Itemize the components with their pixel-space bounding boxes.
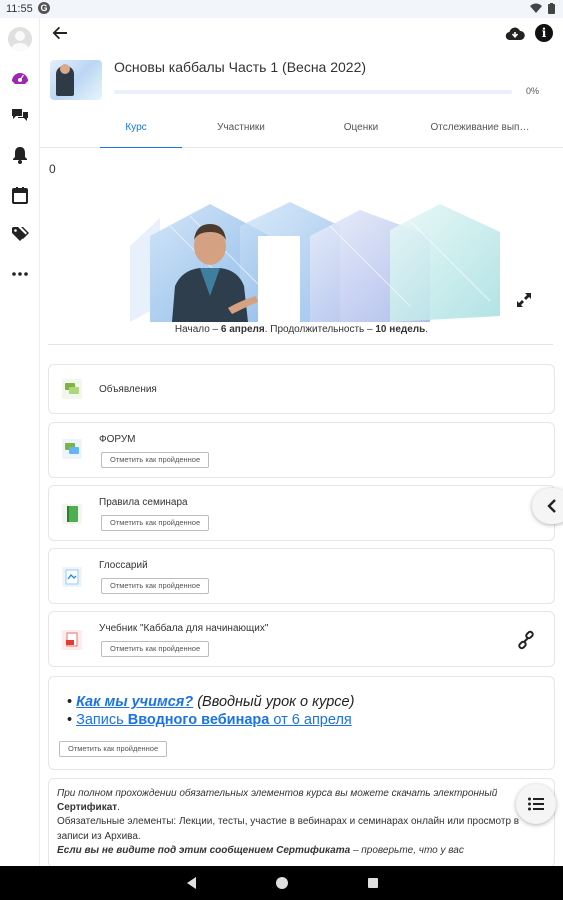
avatar[interactable] bbox=[8, 27, 32, 51]
forum-icon bbox=[62, 439, 82, 459]
mark-complete-button[interactable]: Отметить как пройденное bbox=[59, 741, 168, 757]
notifications-icon[interactable] bbox=[10, 145, 30, 165]
tab-course[interactable]: Курс bbox=[90, 108, 182, 148]
tab-completion-tracking[interactable]: Отслеживание вып… bbox=[425, 108, 535, 148]
back-arrow-icon[interactable] bbox=[50, 23, 70, 43]
mark-complete-button[interactable]: Отметить как пройденное bbox=[101, 515, 210, 531]
link-icon[interactable] bbox=[516, 630, 536, 650]
course-content: 0 Начало – 6 апреля. Продолжительность –… bbox=[40, 148, 563, 866]
tab-grades[interactable]: Оценки bbox=[320, 108, 402, 148]
lesson-label-card: • Как мы учимся? (Вводный урок о курсе) … bbox=[48, 676, 555, 770]
progress-bar bbox=[114, 90, 512, 94]
mark-complete-button[interactable]: Отметить как пройденное bbox=[101, 578, 210, 594]
section-divider bbox=[48, 344, 553, 345]
activity-forum[interactable]: ФОРУМ Отметить как пройденное bbox=[48, 422, 555, 478]
status-time: 11:55 bbox=[6, 3, 33, 15]
system-nav-bar bbox=[0, 866, 563, 900]
activity-glossary[interactable]: Глоссарий Отметить как пройденное bbox=[48, 548, 555, 604]
glossary-icon bbox=[62, 567, 82, 587]
pdf-icon bbox=[62, 630, 82, 650]
course-title: Основы каббалы Часть 1 (Весна 2022) bbox=[114, 59, 367, 75]
activity-name: Глоссарий bbox=[99, 560, 148, 571]
wifi-icon bbox=[530, 3, 542, 13]
activity-seminar-rules[interactable]: Правила семинара Отметить как пройденное bbox=[48, 485, 555, 541]
cloud-download-icon[interactable] bbox=[505, 24, 525, 44]
activity-announcements[interactable]: Объявления bbox=[48, 364, 555, 414]
info-icon[interactable]: i bbox=[535, 24, 553, 42]
activity-name: Объявления bbox=[99, 384, 157, 395]
intro-webinar-link[interactable]: Запись Вводного вебинара от 6 апреля bbox=[76, 712, 352, 728]
announcements-icon bbox=[62, 379, 82, 399]
chevron-left-icon bbox=[547, 499, 556, 513]
nav-back-icon[interactable] bbox=[184, 875, 198, 891]
course-thumbnail bbox=[50, 60, 102, 100]
course-index-button[interactable] bbox=[516, 784, 556, 824]
app-header: i bbox=[40, 18, 563, 48]
messages-icon[interactable] bbox=[10, 106, 30, 126]
activity-name: ФОРУМ bbox=[99, 434, 136, 445]
intro-lesson-link[interactable]: Как мы учимся? bbox=[76, 694, 193, 710]
section-number: 0 bbox=[49, 162, 56, 176]
activity-textbook[interactable]: Учебник "Каббала для начинающих" Отметит… bbox=[48, 611, 555, 667]
mark-complete-button[interactable]: Отметить как пройденное bbox=[101, 452, 210, 468]
activity-name: Учебник "Каббала для начинающих" bbox=[99, 623, 269, 634]
course-banner-image bbox=[130, 196, 510, 322]
course-tabs: Курс Участники Оценки Отслеживание вып… bbox=[40, 108, 563, 148]
calendar-icon[interactable] bbox=[10, 185, 30, 205]
nav-home-icon[interactable] bbox=[274, 875, 290, 891]
progress-percent: 0% bbox=[526, 86, 540, 96]
tags-icon[interactable] bbox=[10, 224, 30, 244]
more-icon[interactable] bbox=[10, 264, 30, 284]
dashboard-icon[interactable] bbox=[10, 67, 30, 87]
list-icon bbox=[528, 797, 544, 811]
lesson-links: • Как мы учимся? (Вводный урок о курсе) … bbox=[67, 694, 355, 728]
activity-name: Правила семинара bbox=[99, 497, 188, 508]
nav-recents-icon[interactable] bbox=[366, 875, 380, 891]
banner-caption: Начало – 6 апреля. Продолжительность – 1… bbox=[174, 324, 429, 335]
certificate-notice: При полном прохождении обязательных элем… bbox=[48, 778, 555, 866]
course-header: Основы каббалы Часть 1 (Весна 2022) 0% bbox=[40, 48, 563, 108]
tab-participants[interactable]: Участники bbox=[200, 108, 282, 148]
battery-icon bbox=[548, 3, 555, 14]
expand-icon[interactable] bbox=[514, 290, 534, 310]
book-icon bbox=[62, 504, 82, 524]
google-icon: G bbox=[38, 2, 50, 14]
collapse-drawer-button[interactable] bbox=[532, 488, 563, 524]
mark-complete-button[interactable]: Отметить как пройденное bbox=[101, 641, 210, 657]
status-bar: 11:55 G bbox=[0, 0, 563, 18]
side-rail bbox=[0, 18, 40, 866]
